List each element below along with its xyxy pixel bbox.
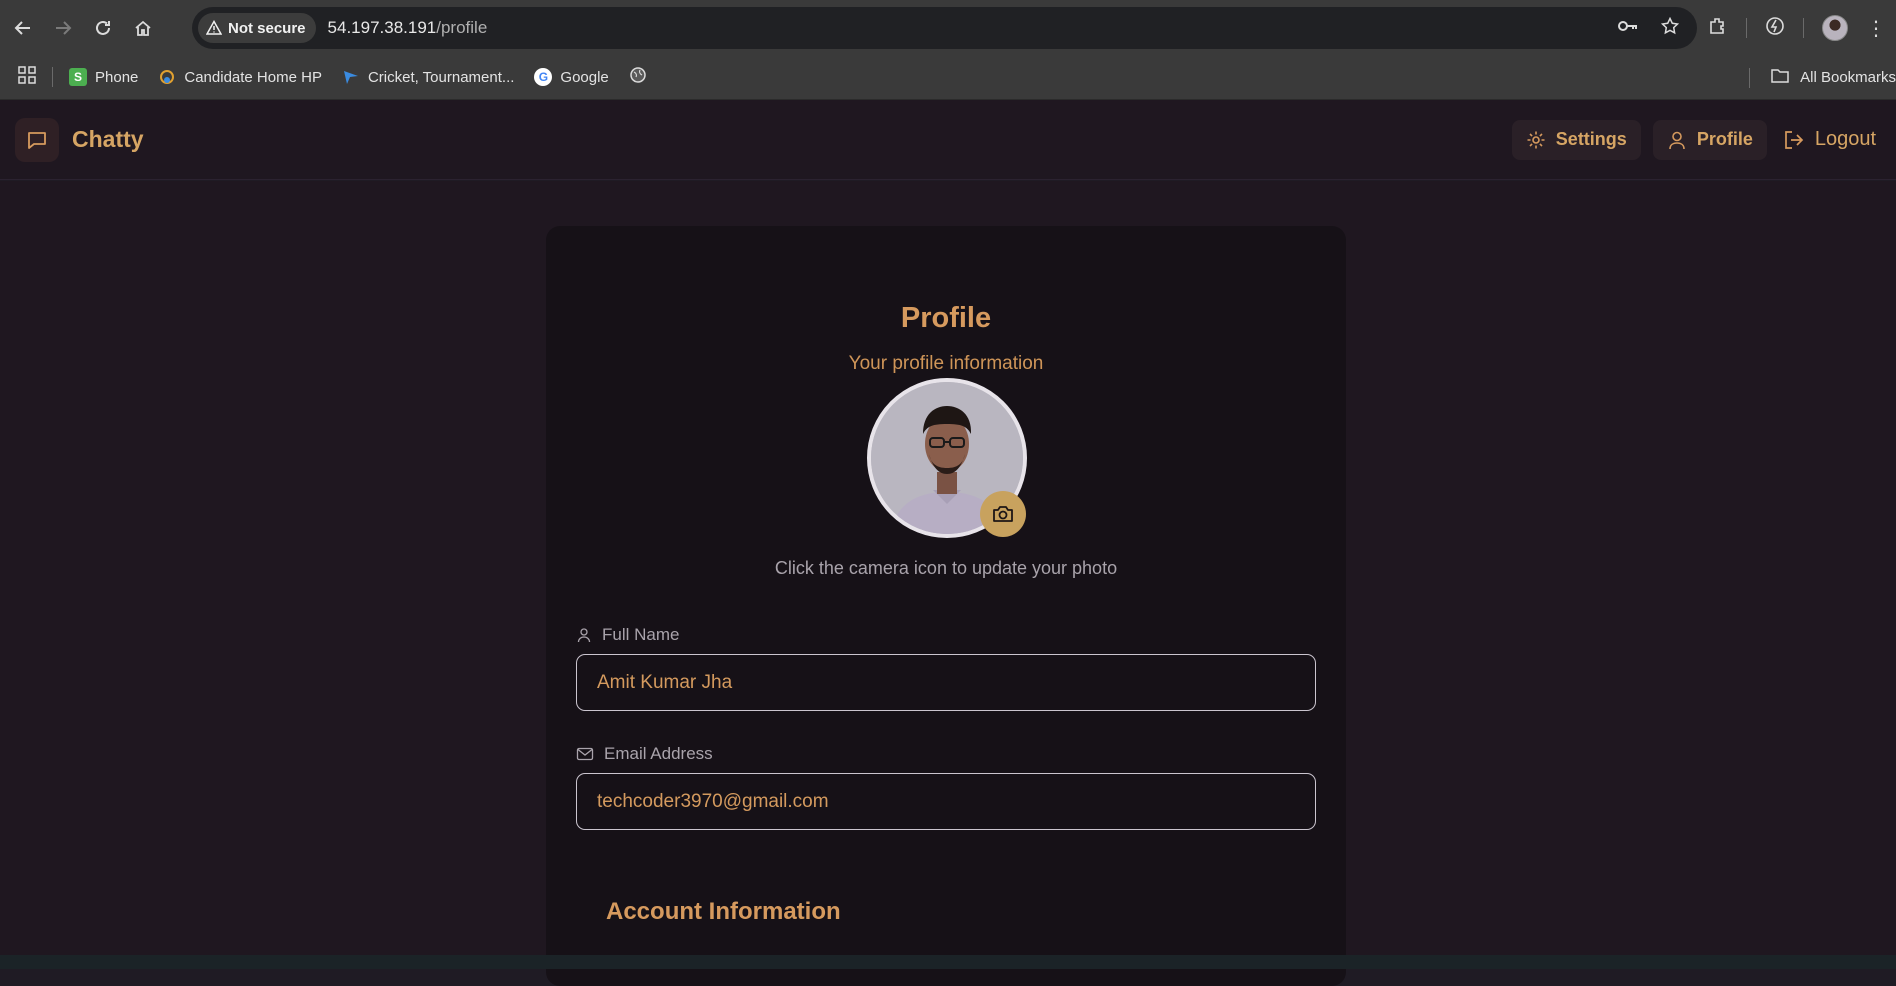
user-icon	[577, 628, 591, 643]
profile-card: Profile Your profile information Click t…	[546, 226, 1346, 986]
profile-label: Profile	[1696, 129, 1753, 149]
bookmark-label: Cricket, Tournament...	[367, 68, 515, 86]
bookmark-globe[interactable]	[629, 66, 647, 88]
browser-toolbar: Not secure 54.197.38.191/profile ⋮	[0, 0, 1896, 55]
reload-icon[interactable]	[83, 8, 123, 48]
account-information-heading: Account Information	[606, 898, 841, 925]
logout-icon	[1784, 130, 1804, 149]
logout-button[interactable]: Logout	[1779, 120, 1876, 160]
camera-upload-button[interactable]	[980, 491, 1026, 537]
address-bar[interactable]: Not secure 54.197.38.191/profile	[192, 7, 1697, 49]
security-label: Not secure	[228, 19, 306, 37]
logout-label: Logout	[1814, 128, 1876, 150]
bookmark-phone[interactable]: S Phone	[69, 68, 138, 86]
bookmark-label: Google	[560, 68, 609, 86]
star-icon[interactable]	[1660, 16, 1680, 40]
url-path: /profile	[436, 18, 488, 37]
hp-bookmark-icon	[158, 68, 176, 86]
mail-icon	[576, 747, 594, 761]
avatar-container	[867, 378, 1027, 538]
profile-button[interactable]: Profile	[1652, 119, 1767, 160]
bottom-strip	[0, 955, 1896, 969]
performance-icon[interactable]	[1765, 16, 1785, 41]
home-icon[interactable]	[123, 8, 163, 48]
apps-grid-icon[interactable]	[18, 66, 36, 88]
browser-profile-avatar[interactable]	[1822, 15, 1848, 41]
full-name-field[interactable]: Amit Kumar Jha	[576, 654, 1316, 711]
all-bookmarks-link[interactable]: All Bookmarks	[1800, 69, 1896, 86]
bookmarks-divider	[52, 67, 53, 87]
email-label: Email Address	[576, 744, 713, 764]
bookmark-candidate-home[interactable]: Candidate Home HP	[158, 68, 322, 86]
kebab-menu-icon[interactable]: ⋮	[1866, 16, 1886, 41]
bookmark-label: Phone	[95, 68, 139, 86]
user-icon	[1669, 131, 1685, 149]
settings-label: Settings	[1555, 129, 1627, 149]
url-text: 54.197.38.191/profile	[328, 18, 488, 38]
email-label-text: Email Address	[604, 744, 713, 763]
main-content: Profile Your profile information Click t…	[0, 181, 1896, 986]
google-icon: G	[534, 68, 553, 86]
app-name[interactable]: Chatty	[72, 126, 144, 153]
toolbar-divider	[1803, 18, 1804, 38]
bookmark-label: Candidate Home HP	[184, 68, 322, 86]
page-subtitle: Your profile information	[848, 353, 1044, 374]
back-icon[interactable]	[3, 8, 43, 48]
full-name-label-text: Full Name	[602, 625, 680, 644]
url-host: 54.197.38.191	[327, 18, 437, 37]
camera-icon	[993, 506, 1013, 522]
email-field[interactable]: techcoder3970@gmail.com	[576, 773, 1316, 830]
settings-button[interactable]: Settings	[1511, 119, 1641, 160]
photo-hint: Click the camera icon to update your pho…	[774, 558, 1118, 578]
chat-logo-icon[interactable]	[15, 117, 59, 162]
key-icon[interactable]	[1617, 17, 1639, 40]
bookmark-google[interactable]: G Google	[534, 68, 609, 86]
full-name-label: Full Name	[576, 625, 679, 645]
bookmarks-bar: S Phone Candidate Home HP Cricket, Tourn…	[0, 55, 1896, 100]
globe-icon	[629, 66, 647, 88]
warning-icon	[206, 20, 222, 35]
extensions-icon[interactable]	[1708, 16, 1728, 41]
page-title: Profile	[900, 302, 992, 334]
cricket-bookmark-icon	[342, 68, 360, 86]
bookmark-cricket[interactable]: Cricket, Tournament...	[342, 68, 514, 86]
toolbar-divider	[1746, 18, 1747, 38]
phone-bookmark-icon: S	[69, 68, 87, 86]
app-header: Chatty Settings Profile Logout	[0, 100, 1896, 180]
forward-icon[interactable]	[43, 8, 83, 48]
gear-icon	[1527, 131, 1545, 148]
folder-icon	[1770, 67, 1790, 89]
bookmarks-divider	[1749, 67, 1751, 88]
security-chip[interactable]: Not secure	[198, 13, 316, 43]
